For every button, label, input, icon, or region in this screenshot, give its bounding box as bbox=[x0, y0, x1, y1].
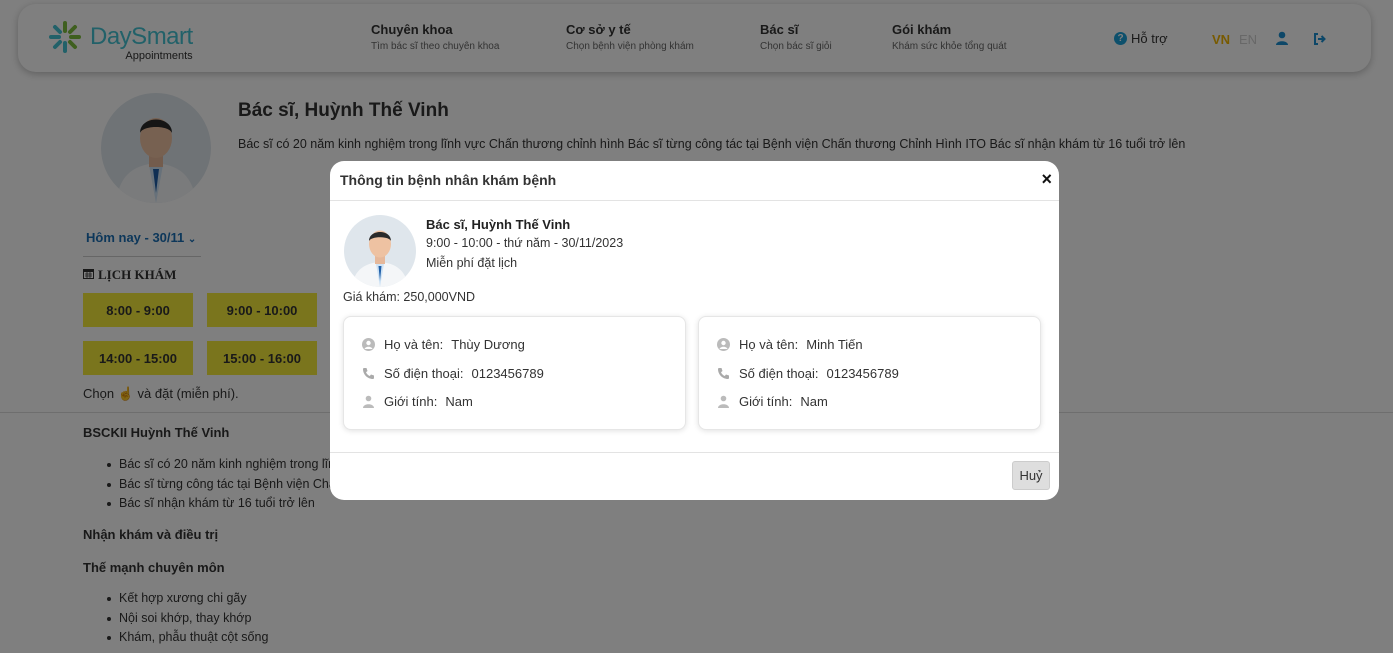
user-circle-icon bbox=[362, 337, 376, 352]
patient-gender-row: Giới tính: Nam bbox=[362, 394, 473, 409]
patient-card: Họ và tên: Minh Tiến Số điện thoại: 0123… bbox=[698, 316, 1041, 430]
phone-label: Số điện thoại: bbox=[384, 366, 464, 381]
phone-icon bbox=[717, 367, 731, 381]
cancel-button[interactable]: Huỷ bbox=[1012, 461, 1050, 490]
name-label: Họ và tên: bbox=[384, 337, 444, 352]
patient-phone: 0123456789 bbox=[471, 366, 544, 381]
patient-gender-row: Giới tính: Nam bbox=[717, 394, 828, 409]
gender-label: Giới tính: bbox=[739, 394, 793, 409]
name-label: Họ và tên: bbox=[739, 337, 799, 352]
patient-name-row: Họ và tên: Thùy Dương bbox=[362, 337, 525, 352]
modal-free-booking: Miễn phí đặt lịch bbox=[426, 256, 518, 270]
modal-appointment-time: 9:00 - 10:00 - thứ năm - 30/11/2023 bbox=[426, 236, 624, 250]
patient-info-modal: Thông tin bệnh nhân khám bệnh × Bác sĩ, … bbox=[330, 161, 1059, 500]
modal-header: Thông tin bệnh nhân khám bệnh × bbox=[330, 161, 1059, 201]
patient-name: Minh Tiến bbox=[806, 337, 863, 352]
patient-card: Họ và tên: Thùy Dương Số điện thoại: 012… bbox=[343, 316, 686, 430]
gender-label: Giới tính: bbox=[384, 394, 438, 409]
user-circle-icon bbox=[717, 337, 731, 352]
user-md-icon bbox=[362, 395, 376, 409]
patient-gender: Nam bbox=[800, 394, 828, 409]
user-md-icon bbox=[717, 395, 731, 409]
modal-footer-divider bbox=[330, 452, 1059, 453]
patient-phone: 0123456789 bbox=[826, 366, 899, 381]
phone-icon bbox=[362, 367, 376, 381]
modal-title: Thông tin bệnh nhân khám bệnh bbox=[340, 172, 557, 188]
patient-name-row: Họ và tên: Minh Tiến bbox=[717, 337, 863, 352]
modal-doctor-name: Bác sĩ, Huỳnh Thế Vinh bbox=[426, 217, 571, 232]
close-icon[interactable]: × bbox=[1041, 169, 1052, 189]
phone-label: Số điện thoại: bbox=[739, 366, 819, 381]
modal-price: Giá khám: 250,000VND bbox=[343, 290, 476, 304]
doctor-avatar bbox=[344, 215, 416, 287]
patient-gender: Nam bbox=[445, 394, 473, 409]
patient-phone-row: Số điện thoại: 0123456789 bbox=[362, 366, 544, 381]
patient-phone-row: Số điện thoại: 0123456789 bbox=[717, 366, 899, 381]
patient-name: Thùy Dương bbox=[451, 337, 525, 352]
